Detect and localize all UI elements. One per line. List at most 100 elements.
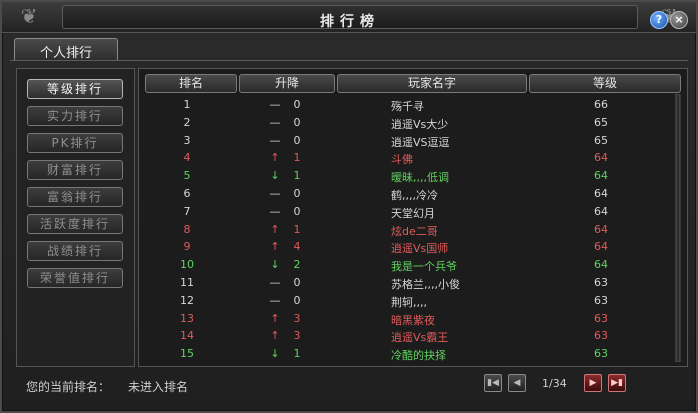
tab-strip: 个人排行 bbox=[10, 36, 688, 61]
table-row[interactable]: 6 — 0 鹤,,,,冷冷 64 bbox=[139, 185, 687, 203]
player-name-cell: 逍遥Vs大少 bbox=[391, 117, 449, 131]
sidebar-item-0[interactable]: 等级排行 bbox=[27, 79, 123, 99]
change-cell: 1 bbox=[293, 151, 301, 165]
change-cell: 0 bbox=[293, 133, 301, 147]
dash-icon: — bbox=[269, 276, 281, 289]
current-rank-label: 您的当前排名： bbox=[26, 380, 111, 394]
table-row[interactable]: 9 ↑ 4 逍遥Vs国师 64 bbox=[139, 238, 687, 256]
next-page-icon[interactable]: ▶ bbox=[584, 374, 602, 392]
up-arrow-icon: ↑ bbox=[270, 222, 280, 236]
change-cell: 2 bbox=[293, 258, 301, 272]
table-row[interactable]: 3 — 0 逍遥VS逗逗 65 bbox=[139, 132, 687, 150]
header-change[interactable]: 升降 bbox=[239, 74, 335, 93]
tab-personal-ranking[interactable]: 个人排行 bbox=[14, 38, 118, 61]
dash-icon: — bbox=[269, 204, 281, 218]
ranking-window: ❦ 排行榜 ❦ ? × 个人排行 等级排行实力排行 PK排行财富排行富翁排行活跃度… bbox=[0, 0, 698, 413]
dash-icon: — bbox=[269, 115, 281, 129]
level-cell: 64 bbox=[594, 240, 608, 254]
rank-cell: 15 bbox=[180, 347, 194, 361]
table-row[interactable]: 13 ↑ 3 暗黑紫夜 63 bbox=[139, 310, 687, 328]
title-bar[interactable]: ❦ 排行榜 ❦ ? × bbox=[2, 2, 696, 33]
table-row[interactable]: 15 ↓ 1 冷酷的抉择 63 bbox=[139, 345, 687, 363]
sidebar-item-2[interactable]: PK排行 bbox=[27, 133, 123, 153]
player-name-cell: 逍遥Vs霸王 bbox=[391, 331, 449, 345]
table-row[interactable]: 14 ↑ 3 逍遥Vs霸王 63 bbox=[139, 327, 687, 345]
header-rank[interactable]: 排名 bbox=[145, 74, 237, 93]
level-cell: 66 bbox=[594, 98, 608, 111]
rank-cell: 7 bbox=[183, 204, 191, 218]
level-cell: 64 bbox=[594, 151, 608, 165]
rank-cell: 9 bbox=[183, 240, 191, 254]
level-cell: 65 bbox=[594, 115, 608, 129]
player-name-cell: 冷酷的抉择 bbox=[391, 349, 446, 363]
left-wing-ornament: ❦ bbox=[20, 4, 38, 28]
rank-cell: 4 bbox=[183, 151, 191, 165]
header-level[interactable]: 等级 bbox=[529, 74, 681, 93]
dash-icon: — bbox=[269, 133, 281, 147]
sidebar-item-4[interactable]: 富翁排行 bbox=[27, 187, 123, 207]
rank-cell: 1 bbox=[183, 98, 191, 111]
level-cell: 64 bbox=[594, 258, 608, 272]
table-row[interactable]: 12 — 0 荆轲,,,, 63 bbox=[139, 292, 687, 310]
level-cell: 64 bbox=[594, 222, 608, 236]
rank-cell: 5 bbox=[183, 169, 191, 183]
change-cell: 0 bbox=[293, 204, 301, 218]
help-icon[interactable]: ? bbox=[650, 11, 668, 29]
last-page-icon[interactable]: ▶▮ bbox=[608, 374, 626, 392]
table-row[interactable]: 4 ↑ 1 斗佛 64 bbox=[139, 149, 687, 167]
rank-cell: 6 bbox=[183, 187, 191, 200]
down-arrow-icon: ↓ bbox=[270, 347, 280, 361]
player-name-cell: 炫de二哥 bbox=[391, 224, 438, 238]
down-arrow-icon: ↓ bbox=[270, 169, 280, 183]
sidebar-item-7[interactable]: 荣誉值排行 bbox=[27, 268, 123, 288]
sidebar-item-5[interactable]: 活跃度排行 bbox=[27, 214, 123, 234]
up-arrow-icon: ↑ bbox=[270, 151, 280, 165]
rank-cell: 8 bbox=[183, 222, 191, 236]
change-cell: 3 bbox=[293, 311, 301, 325]
player-name-cell: 暗黑紫夜 bbox=[391, 313, 435, 327]
level-cell: 63 bbox=[594, 311, 608, 325]
player-name-cell: 鹤,,,,冷冷 bbox=[391, 189, 438, 202]
player-name-cell: 逍遥VS逗逗 bbox=[391, 135, 450, 149]
table-row[interactable]: 2 — 0 逍遥Vs大少 65 bbox=[139, 114, 687, 132]
table-row[interactable]: 8 ↑ 1 炫de二哥 64 bbox=[139, 221, 687, 239]
up-arrow-icon: ↑ bbox=[270, 311, 280, 325]
window-title: 排行榜 bbox=[320, 14, 380, 30]
level-cell: 64 bbox=[594, 187, 608, 200]
close-icon[interactable]: × bbox=[670, 11, 688, 29]
rank-cell: 2 bbox=[183, 115, 191, 129]
table-row[interactable]: 5 ↓ 1 暧昧,,,,低调 64 bbox=[139, 167, 687, 185]
rank-cell: 14 bbox=[180, 329, 194, 343]
rank-cell: 12 bbox=[180, 293, 194, 307]
player-name-cell: 荆轲,,,, bbox=[391, 295, 427, 309]
scrollbar[interactable] bbox=[674, 94, 682, 362]
level-cell: 63 bbox=[594, 276, 608, 289]
ranking-table: 排名 升降 玩家名字 等级 1—0 殇千寻 66 2—0 逍遥Vs大少 65 3—0 逍遥VS… bbox=[138, 68, 688, 367]
prev-page-icon[interactable]: ◀ bbox=[508, 374, 526, 392]
header-player-name[interactable]: 玩家名字 bbox=[337, 74, 527, 93]
sidebar-item-3[interactable]: 财富排行 bbox=[27, 160, 123, 180]
category-sidebar: 等级排行实力排行 PK排行财富排行富翁排行活跃度排行战绩排行荣誉值排行 bbox=[16, 68, 135, 367]
player-name-cell: 斗佛 bbox=[391, 153, 413, 167]
table-row[interactable]: 1 — 0 殇千寻 66 bbox=[139, 96, 687, 114]
rank-cell: 3 bbox=[183, 133, 191, 147]
player-name-cell: 殇千寻 bbox=[391, 100, 424, 113]
player-name-cell: 暧昧,,,,低调 bbox=[391, 171, 449, 185]
up-arrow-icon: ↑ bbox=[270, 329, 280, 343]
dash-icon: — bbox=[269, 187, 281, 200]
level-cell: 64 bbox=[594, 204, 608, 218]
level-cell: 65 bbox=[594, 133, 608, 147]
change-cell: 1 bbox=[293, 222, 301, 236]
sidebar-item-6[interactable]: 战绩排行 bbox=[27, 241, 123, 261]
level-cell: 63 bbox=[594, 293, 608, 307]
change-cell: 1 bbox=[293, 347, 301, 361]
table-row[interactable]: 7 — 0 天堂幻月 64 bbox=[139, 203, 687, 221]
change-cell: 0 bbox=[293, 115, 301, 129]
sidebar-item-1[interactable]: 实力排行 bbox=[27, 106, 123, 126]
title-plate: 排行榜 bbox=[62, 5, 638, 30]
tab-label: 个人排行 bbox=[39, 46, 92, 61]
level-cell: 64 bbox=[594, 169, 608, 183]
table-row[interactable]: 11 — 0 苏格兰,,,,小俊 63 bbox=[139, 274, 687, 292]
table-row[interactable]: 10 ↓ 2 我是一个兵爷 64 bbox=[139, 256, 687, 274]
first-page-icon[interactable]: ▮◀ bbox=[484, 374, 502, 392]
